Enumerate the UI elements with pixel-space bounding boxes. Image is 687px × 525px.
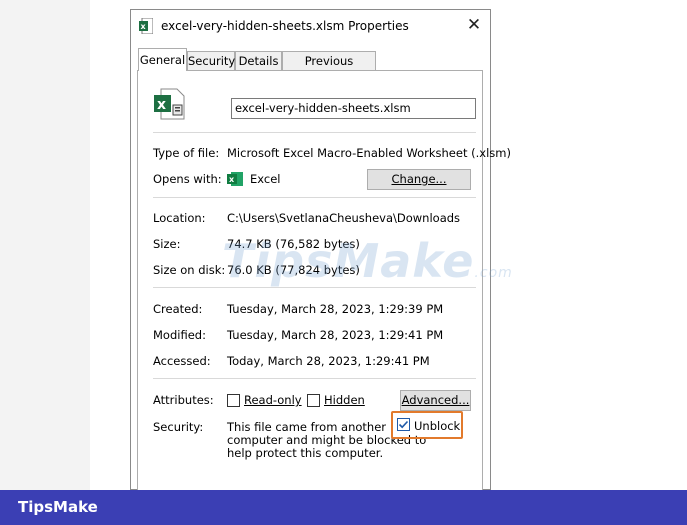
- attributes-label: Attributes:: [153, 393, 214, 407]
- footer-banner: TipsMake: [0, 490, 687, 525]
- accessed-label: Accessed:: [153, 354, 211, 368]
- location-label: Location:: [153, 211, 206, 225]
- hidden-label: Hidden: [324, 393, 365, 407]
- change-button-label: Change...: [391, 172, 447, 186]
- background-left: [0, 0, 90, 490]
- svg-text:x: x: [141, 22, 147, 31]
- separator: [153, 132, 476, 133]
- excel-app-icon: x: [227, 172, 243, 186]
- hidden-checkbox[interactable]: [307, 394, 320, 407]
- readonly-label: Read-only: [244, 393, 302, 407]
- created-label: Created:: [153, 302, 203, 316]
- file-name-field[interactable]: excel-very-hidden-sheets.xlsm: [231, 98, 476, 119]
- type-of-file-value: Microsoft Excel Macro-Enabled Worksheet …: [227, 146, 511, 160]
- hidden-label-text: Hidden: [324, 393, 365, 407]
- security-text-line3: help protect this computer.: [227, 446, 384, 460]
- opens-with-value: Excel: [250, 172, 281, 186]
- accessed-value: Today, March 28, 2023, 1:29:41 PM: [227, 354, 430, 368]
- svg-text:x: x: [157, 97, 166, 113]
- separator: [153, 197, 476, 198]
- excel-file-icon: x: [154, 88, 185, 120]
- size-on-disk-label: Size on disk:: [153, 263, 226, 277]
- close-icon[interactable]: ✕: [464, 14, 484, 36]
- size-label: Size:: [153, 237, 181, 251]
- security-text-line1: This file came from another: [227, 420, 387, 434]
- modified-value: Tuesday, March 28, 2023, 1:29:41 PM: [227, 328, 444, 342]
- footer-brand: TipsMake: [18, 498, 98, 516]
- unblock-label[interactable]: Unblock: [414, 419, 460, 433]
- tab-general[interactable]: General: [138, 48, 187, 71]
- readonly-checkbox[interactable]: [227, 394, 240, 407]
- tab-details[interactable]: Details: [235, 51, 282, 70]
- opens-with-label: Opens with:: [153, 172, 222, 186]
- location-value: C:\Users\SvetlanaCheusheva\Downloads: [227, 211, 461, 225]
- advanced-button[interactable]: Advanced...: [400, 390, 471, 411]
- security-label: Security:: [153, 420, 204, 434]
- checkbox-checked-icon[interactable]: [397, 418, 410, 431]
- tab-previous-versions[interactable]: Previous Versions: [282, 51, 376, 87]
- readonly-label-text: Read-only: [244, 393, 302, 407]
- watermark-suffix: .com: [474, 265, 513, 281]
- advanced-button-label: Advanced...: [401, 393, 470, 407]
- modified-label: Modified:: [153, 328, 206, 342]
- separator: [153, 378, 476, 379]
- watermark: TipsMake.com: [222, 234, 513, 288]
- tab-security[interactable]: Security: [187, 51, 235, 70]
- svg-text:x: x: [229, 175, 235, 184]
- title-bar: x excel-very-hidden-sheets.xlsm Properti…: [131, 10, 490, 42]
- excel-file-icon: x: [139, 18, 153, 34]
- type-of-file-label: Type of file:: [153, 146, 220, 160]
- change-button[interactable]: Change...: [367, 169, 471, 190]
- watermark-main: TipsMake: [222, 234, 475, 288]
- dialog-title: excel-very-hidden-sheets.xlsm Properties: [161, 19, 409, 33]
- created-value: Tuesday, March 28, 2023, 1:29:39 PM: [227, 302, 444, 316]
